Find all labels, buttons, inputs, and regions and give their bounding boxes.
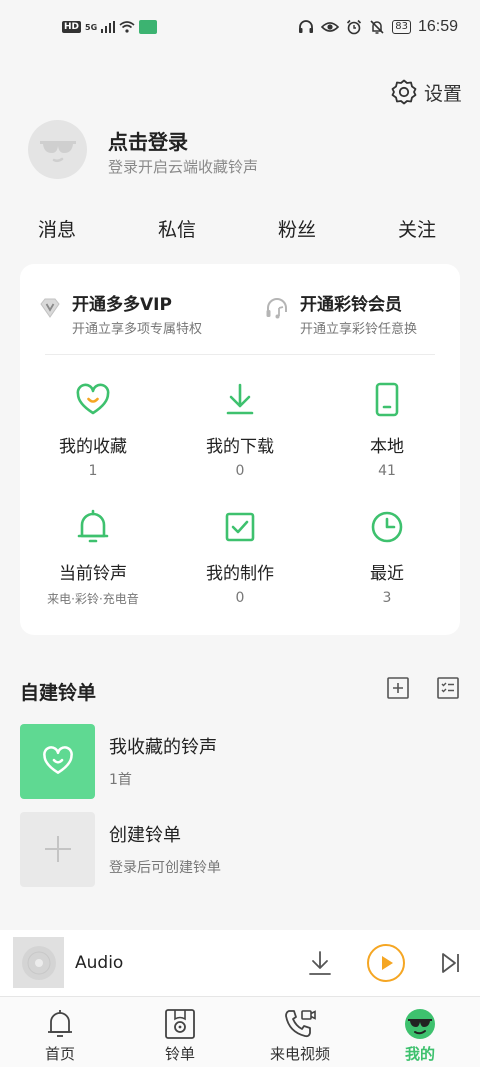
playlist-favorites-cover: [20, 723, 95, 799]
recent-count: 3: [382, 590, 392, 606]
tab-playlists-label: 铃单: [164, 1045, 195, 1063]
tab-call-video-label: 来电视频: [269, 1045, 330, 1063]
login-subtitle: 登录开启云端收藏铃声: [108, 158, 259, 176]
alarm-icon: [347, 19, 362, 35]
tab-playlists[interactable]: 铃单: [125, 1007, 235, 1064]
next-track-icon[interactable]: [440, 951, 462, 975]
avatar[interactable]: [28, 120, 87, 179]
mini-player[interactable]: Audio: [0, 930, 480, 996]
add-playlist-icon[interactable]: [386, 676, 410, 700]
playlist-count: 1首: [109, 772, 132, 788]
vip-title: 开通多多VIP: [72, 295, 172, 315]
local-item[interactable]: 本地 41: [317, 380, 457, 479]
tab-mine[interactable]: 我的: [365, 1007, 475, 1064]
vip-subtitle: 开通立享多项专属特权: [72, 322, 203, 337]
downloads-count: 0: [235, 463, 245, 479]
playlist-favorites[interactable]: 我收藏的铃声 1首: [20, 723, 460, 799]
headphones-icon: [299, 20, 314, 33]
signal-icon: [101, 21, 116, 33]
my-creations-count: 0: [235, 590, 245, 606]
hd-badge: HD: [62, 21, 82, 33]
bell-icon: [77, 509, 109, 543]
current-ringtone-label: 当前铃声: [59, 564, 127, 584]
tab-home[interactable]: 首页: [5, 1007, 115, 1064]
ringback-promo[interactable]: 开通彩铃会员 开通立享彩铃任意换: [264, 290, 417, 337]
card-divider: [45, 354, 435, 355]
recent-label: 最近: [370, 564, 404, 584]
downloads-label: 我的下载: [206, 437, 274, 457]
private-messages-link[interactable]: 私信: [158, 215, 196, 242]
current-ringtone-detail: 来电·彩铃·充电音: [47, 592, 139, 606]
eye-icon: [321, 22, 340, 32]
battery-indicator: 83: [392, 20, 411, 34]
manage-playlist-icon[interactable]: [436, 676, 460, 700]
heart-icon: [42, 746, 73, 774]
create-playlist-cover: [20, 811, 95, 887]
ringback-title: 开通彩铃会员: [300, 295, 402, 315]
create-playlist-hint: 登录后可创建铃单: [109, 860, 221, 876]
social-row: 消息 私信 粉丝 关注: [0, 215, 480, 245]
current-ringtone-item[interactable]: 当前铃声 来电·彩铃·充电音: [23, 507, 163, 607]
playlists-section-title: 自建铃单: [20, 682, 97, 704]
status-left: HD 5G: [62, 20, 158, 34]
clock-icon: [371, 511, 403, 543]
downloads-item[interactable]: 我的下载 0: [170, 380, 310, 479]
favorites-item[interactable]: 我的收藏 1: [23, 380, 163, 479]
play-button[interactable]: [366, 943, 406, 983]
headset-note-icon: [266, 298, 287, 319]
tab-home-label: 首页: [44, 1045, 75, 1063]
bell-icon: [48, 1010, 72, 1037]
app-notification-icon: [139, 20, 158, 34]
recent-item[interactable]: 最近 3: [317, 507, 457, 606]
diamond-v-icon: [40, 298, 60, 318]
download-icon: [226, 383, 254, 415]
fans-link[interactable]: 粉丝: [278, 215, 316, 242]
wifi-icon: [119, 21, 135, 33]
tab-call-video[interactable]: 来电视频: [245, 1007, 355, 1064]
following-link[interactable]: 关注: [398, 215, 436, 242]
tab-mine-label: 我的: [404, 1045, 435, 1063]
sunglasses-face-icon: [39, 140, 76, 162]
vip-promo[interactable]: 开通多多VIP 开通立享多项专属特权: [38, 290, 202, 337]
playlists-section-actions: [386, 676, 460, 700]
features-card: 开通多多VIP 开通立享多项专属特权 开通彩铃会员 开通立享彩铃任意换 我的收藏…: [20, 264, 460, 635]
settings-label: 设置: [423, 82, 462, 105]
ringback-subtitle: 开通立享彩铃任意换: [300, 322, 418, 337]
create-playlist[interactable]: 创建铃单 登录后可创建铃单: [20, 811, 460, 887]
plus-icon: [44, 836, 71, 862]
settings-button[interactable]: 设置: [390, 78, 462, 106]
local-count: 41: [378, 463, 396, 479]
status-bar: HD 5G 83 16:59: [0, 0, 480, 60]
network-type: 5G: [85, 22, 98, 32]
player-title: Audio: [75, 953, 124, 973]
clock: 16:59: [417, 18, 458, 35]
playlist-name: 我收藏的铃声: [109, 737, 217, 758]
mute-bell-icon: [370, 20, 384, 34]
phone-icon: [375, 382, 399, 417]
sunglasses-face-icon: [405, 1009, 435, 1039]
disc-icon: [21, 945, 56, 980]
download-icon[interactable]: [308, 950, 332, 976]
speaker-box-icon: [165, 1009, 195, 1039]
status-right: 83 16:59: [298, 18, 458, 36]
player-cover: [13, 937, 64, 988]
check-square-icon: [225, 512, 255, 542]
gear-icon: [391, 79, 417, 105]
my-creations-label: 我的制作: [206, 564, 274, 584]
favorites-count: 1: [88, 463, 98, 479]
create-playlist-label: 创建铃单: [109, 825, 181, 846]
phone-video-icon: [285, 1010, 316, 1038]
local-label: 本地: [370, 437, 404, 457]
bottom-tab-bar: 首页 铃单 来电视频 我的: [0, 996, 480, 1067]
favorites-label: 我的收藏: [59, 437, 127, 457]
messages-link[interactable]: 消息: [38, 215, 76, 242]
login-title[interactable]: 点击登录: [108, 126, 188, 155]
my-creations-item[interactable]: 我的制作 0: [170, 507, 310, 606]
heart-icon: [76, 383, 110, 415]
